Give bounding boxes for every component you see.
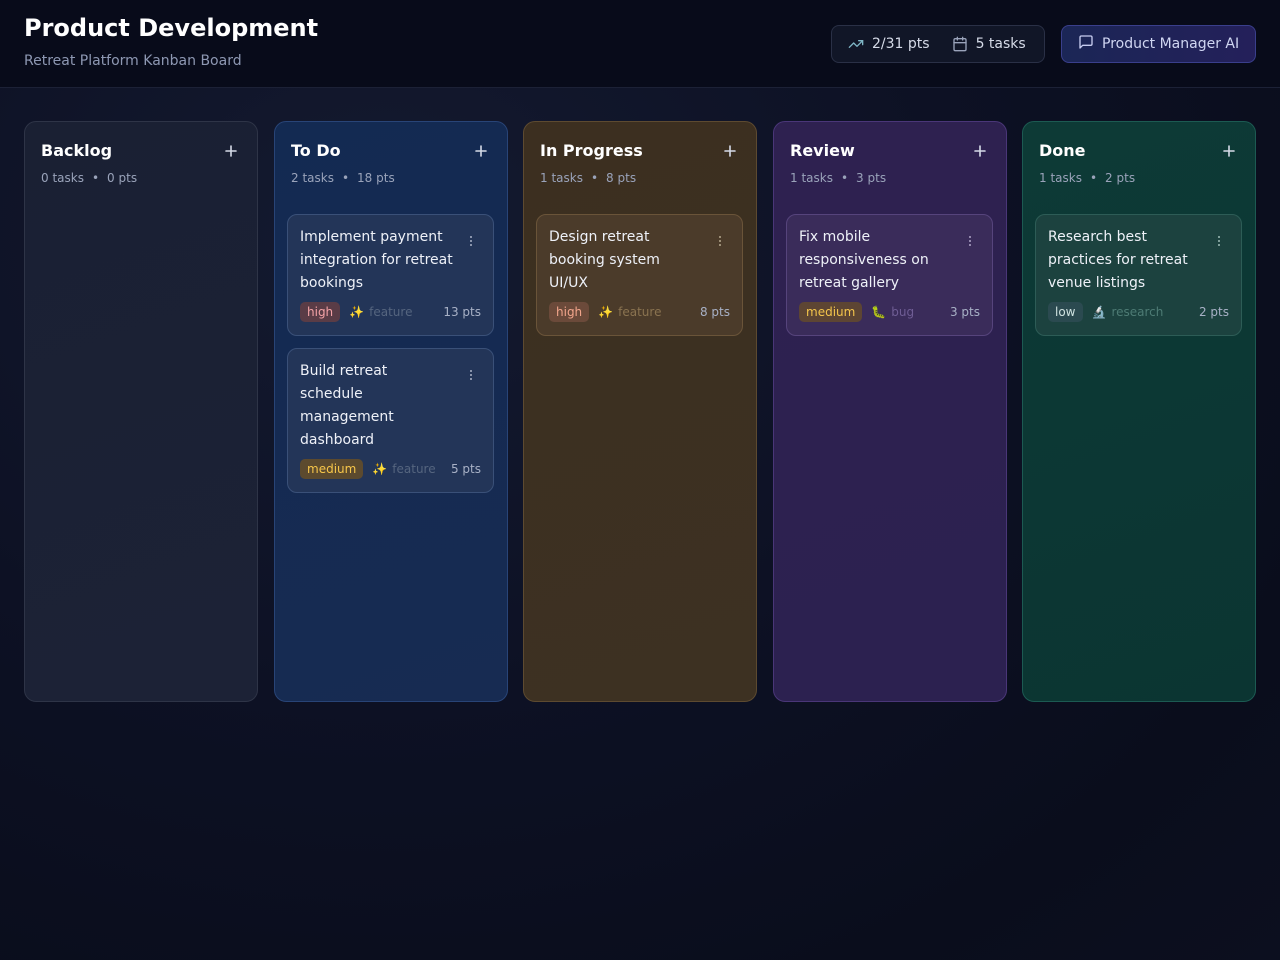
vertical-dots-icon[interactable] <box>716 232 724 246</box>
card-footer: low 🔬 research 2 pts <box>1048 302 1229 322</box>
column-title: In Progress <box>540 141 643 160</box>
column-task-count: 0 tasks <box>41 171 84 185</box>
column-review: Review 1 tasks • 3 pts Fix mobile responsi… <box>773 121 1007 702</box>
type-tag: 🐛 bug <box>871 305 914 319</box>
card-footer: high ✨ feature 8 pts <box>549 302 730 322</box>
plus-icon[interactable] <box>1219 141 1239 161</box>
priority-badge: high <box>549 302 590 322</box>
card-points: 5 pts <box>450 462 481 476</box>
card-points: 3 pts <box>949 305 980 319</box>
task-card[interactable]: Build retreat schedule management dashbo… <box>287 348 494 493</box>
points-stat: 2/31 pts <box>848 36 930 52</box>
column-task-count: 1 tasks <box>1039 171 1082 185</box>
card-title: Design retreat booking system UI/UX <box>549 229 660 291</box>
card-points: 8 pts <box>699 305 730 319</box>
board-stats: 2/31 pts 5 tasks <box>831 25 1045 63</box>
vertical-dots-icon[interactable] <box>966 232 974 246</box>
points-stat-label: 2/31 pts <box>872 36 930 52</box>
vertical-dots-icon[interactable] <box>1215 232 1223 246</box>
card-points: 13 pts <box>443 305 481 319</box>
column-title: Backlog <box>41 141 113 160</box>
sparkles-icon: ✨ <box>598 305 614 319</box>
message-square-icon <box>1078 34 1094 54</box>
product-manager-ai-button[interactable]: Product Manager AI <box>1061 25 1256 63</box>
column-points: 2 pts <box>1105 171 1136 185</box>
column-title: To Do <box>291 141 341 160</box>
microscope-icon: 🔬 <box>1091 305 1107 319</box>
column-todo: To Do 2 tasks • 18 pts Implement payment i… <box>274 121 508 702</box>
vertical-dots-icon[interactable] <box>467 366 475 380</box>
column-points: 0 pts <box>107 171 138 185</box>
type-label: research <box>1111 305 1164 319</box>
tasks-stat: 5 tasks <box>952 36 1026 52</box>
priority-badge: medium <box>300 459 364 479</box>
type-label: feature <box>369 305 413 319</box>
column-points: 18 pts <box>357 171 395 185</box>
card-points: 2 pts <box>1198 305 1229 319</box>
card-footer: high ✨ feature 13 pts <box>300 302 481 322</box>
column-title: Done <box>1039 141 1086 160</box>
column-task-count: 1 tasks <box>790 171 833 185</box>
card-footer: medium 🐛 bug 3 pts <box>799 302 980 322</box>
plus-icon[interactable] <box>720 141 740 161</box>
priority-badge: high <box>300 302 341 322</box>
type-tag: ✨ feature <box>598 305 661 319</box>
column-meta: 1 tasks • 8 pts <box>540 171 636 185</box>
sparkles-icon: ✨ <box>372 462 388 476</box>
tasks-stat-label: 5 tasks <box>975 36 1026 52</box>
column-done: Done 1 tasks • 2 pts Research best practic… <box>1022 121 1256 702</box>
page-subtitle: Retreat Platform Kanban Board <box>24 53 242 69</box>
task-card[interactable]: Research best practices for retreat venu… <box>1035 214 1242 336</box>
card-title: Implement payment integration for retrea… <box>300 229 453 291</box>
sparkles-icon: ✨ <box>349 305 365 319</box>
column-title: Review <box>790 141 855 160</box>
board-header: Product Development Retreat Platform Kan… <box>0 0 1280 88</box>
column-meta: 2 tasks • 18 pts <box>291 171 395 185</box>
column-points: 3 pts <box>856 171 887 185</box>
plus-icon[interactable] <box>221 141 241 161</box>
type-label: feature <box>618 305 662 319</box>
vertical-dots-icon[interactable] <box>467 232 475 246</box>
column-meta: 1 tasks • 2 pts <box>1039 171 1135 185</box>
card-title: Fix mobile responsiveness on retreat gal… <box>799 229 929 291</box>
plus-icon[interactable] <box>970 141 990 161</box>
column-task-count: 1 tasks <box>540 171 583 185</box>
type-label: feature <box>392 462 436 476</box>
type-tag: ✨ feature <box>349 305 412 319</box>
product-manager-ai-label: Product Manager AI <box>1102 36 1240 52</box>
meta-separator: • <box>1089 171 1098 185</box>
type-tag: ✨ feature <box>372 462 435 476</box>
type-label: bug <box>891 305 915 319</box>
task-card[interactable]: Implement payment integration for retrea… <box>287 214 494 336</box>
task-card[interactable]: Design retreat booking system UI/UX high… <box>536 214 743 336</box>
column-task-count: 2 tasks <box>291 171 334 185</box>
calendar-icon <box>952 36 968 52</box>
column-backlog: Backlog 0 tasks • 0 pts <box>24 121 258 702</box>
trending-up-icon <box>848 36 864 52</box>
card-title: Research best practices for retreat venu… <box>1048 229 1188 291</box>
page-title: Product Development <box>24 14 319 42</box>
meta-separator: • <box>840 171 849 185</box>
column-points: 8 pts <box>606 171 637 185</box>
plus-icon[interactable] <box>471 141 491 161</box>
meta-separator: • <box>590 171 599 185</box>
column-in-progress: In Progress 1 tasks • 8 pts Design retreat… <box>523 121 757 702</box>
task-card[interactable]: Fix mobile responsiveness on retreat gal… <box>786 214 993 336</box>
priority-badge: low <box>1048 302 1083 322</box>
bug-icon: 🐛 <box>871 305 887 319</box>
meta-separator: • <box>91 171 100 185</box>
column-meta: 1 tasks • 3 pts <box>790 171 886 185</box>
type-tag: 🔬 research <box>1092 305 1164 319</box>
card-footer: medium ✨ feature 5 pts <box>300 459 481 479</box>
priority-badge: medium <box>799 302 863 322</box>
meta-separator: • <box>341 171 350 185</box>
column-meta: 0 tasks • 0 pts <box>41 171 137 185</box>
card-title: Build retreat schedule management dashbo… <box>300 363 394 448</box>
